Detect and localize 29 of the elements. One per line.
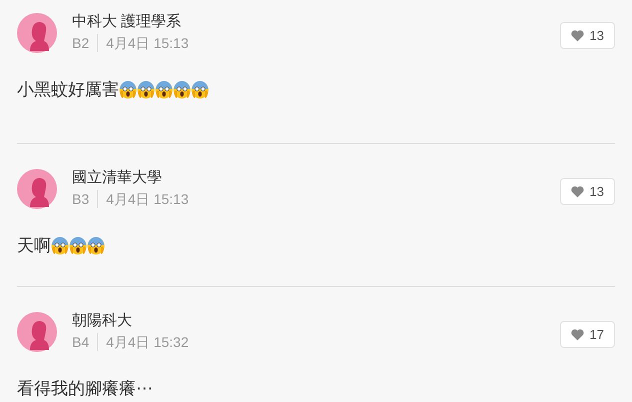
screaming-face-icon xyxy=(87,237,105,255)
avatar-icon xyxy=(17,169,57,209)
comment-text: 天啊 xyxy=(17,235,615,257)
author-name: 朝陽科大 xyxy=(72,311,133,331)
avatar-icon xyxy=(17,312,57,352)
comment-text: 小黑蚊好厲害 xyxy=(17,79,615,101)
screaming-face-icon xyxy=(191,81,209,99)
like-button[interactable]: 13 xyxy=(560,178,615,205)
post-time: 4月4日 15:32 xyxy=(105,333,189,351)
screaming-face-icon xyxy=(155,81,173,99)
author-name: 中科大 護理學系 xyxy=(72,12,182,32)
screaming-face-icon xyxy=(69,237,87,255)
heart-icon xyxy=(570,186,584,198)
floor-number: B3 xyxy=(72,190,98,208)
avatar-icon xyxy=(17,13,57,53)
screaming-face-icon xyxy=(51,237,69,255)
post-time: 4月4日 15:13 xyxy=(105,190,189,208)
screaming-face-icon xyxy=(119,81,137,99)
heart-icon xyxy=(570,30,584,42)
screaming-face-icon xyxy=(173,81,191,99)
screaming-face-icon xyxy=(137,81,155,99)
post-time: 4月4日 15:13 xyxy=(105,34,189,52)
comment-text: 看得我的腳癢癢⋯ xyxy=(17,378,154,400)
like-button[interactable]: 13 xyxy=(560,22,615,49)
floor-number: B4 xyxy=(72,333,98,351)
author-name: 國立清華大學 xyxy=(72,168,163,188)
heart-icon xyxy=(570,328,584,340)
like-button[interactable]: 17 xyxy=(560,321,615,348)
floor-number: B2 xyxy=(72,34,98,52)
